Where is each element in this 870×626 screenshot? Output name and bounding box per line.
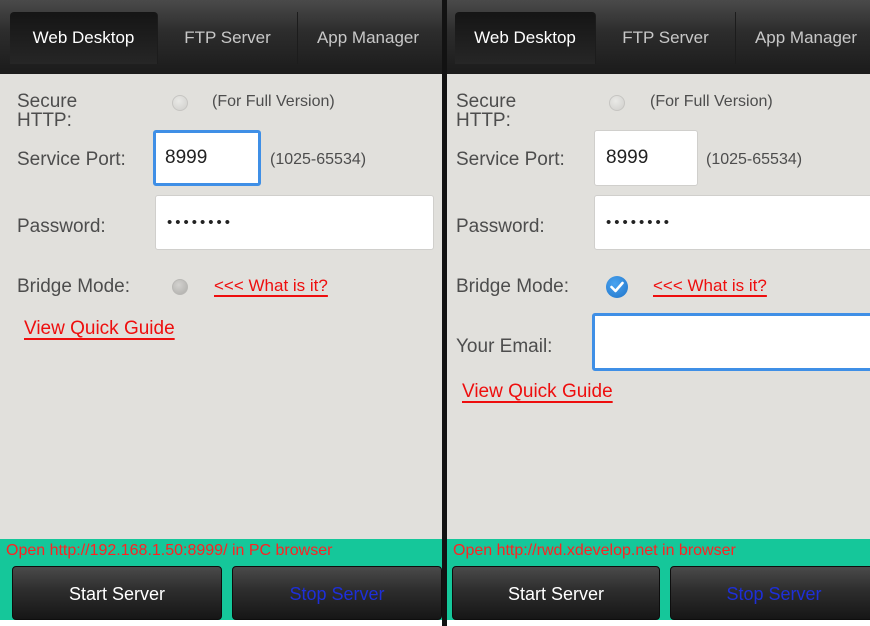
view-quick-guide-link[interactable]: View Quick Guide xyxy=(24,318,175,340)
password-input[interactable] xyxy=(594,195,870,250)
bridge-mode-checkbox[interactable] xyxy=(606,276,628,298)
your-email-label: Your Email: xyxy=(456,336,553,357)
bridge-mode-label: Bridge Mode: xyxy=(17,276,131,297)
full-version-hint: (For Full Version) xyxy=(650,93,773,110)
start-server-button[interactable]: Start Server xyxy=(12,566,222,620)
service-port-label: Service Port: xyxy=(17,149,126,170)
status-text: Open http://rwd.xdevelop.net in browser xyxy=(447,539,870,564)
bridge-mode-radio[interactable] xyxy=(172,279,188,295)
secure-http-label: Secure HTTP: xyxy=(456,92,517,126)
bridge-mode-label: Bridge Mode: xyxy=(456,276,570,297)
secure-http-radio[interactable] xyxy=(609,95,625,111)
status-text: Open http://192.168.1.50:8999/ in PC bro… xyxy=(0,539,442,564)
port-range-hint: (1025-65534) xyxy=(270,151,367,168)
tab-web-desktop[interactable]: Web Desktop xyxy=(455,12,596,64)
tab-ftp-server[interactable]: FTP Server xyxy=(158,12,298,64)
left-screen: Web Desktop FTP Server App Manager Secur… xyxy=(0,0,442,620)
tab-bar: Web Desktop FTP Server App Manager xyxy=(447,0,870,74)
checkmark-icon xyxy=(610,281,624,293)
service-port-label: Service Port: xyxy=(456,149,565,170)
stop-server-button[interactable]: Stop Server xyxy=(232,566,442,620)
tab-app-manager[interactable]: App Manager xyxy=(736,12,870,64)
what-is-it-link[interactable]: <<< What is it? xyxy=(653,276,767,296)
email-input[interactable] xyxy=(592,313,870,371)
secure-http-label: Secure HTTP: xyxy=(17,92,78,126)
what-is-it-link[interactable]: <<< What is it? xyxy=(214,276,328,296)
button-bar: Start Server Stop Server xyxy=(0,564,442,620)
password-label: Password: xyxy=(17,216,106,237)
password-input[interactable] xyxy=(155,195,434,250)
stop-server-button[interactable]: Stop Server xyxy=(670,566,870,620)
password-label: Password: xyxy=(456,216,545,237)
tab-app-manager[interactable]: App Manager xyxy=(298,12,438,64)
button-bar: Start Server Stop Server xyxy=(447,564,870,620)
tab-bar: Web Desktop FTP Server App Manager xyxy=(0,0,442,74)
tab-ftp-server[interactable]: FTP Server xyxy=(596,12,736,64)
service-port-input[interactable] xyxy=(153,130,261,186)
tab-web-desktop[interactable]: Web Desktop xyxy=(10,12,158,64)
view-quick-guide-link[interactable]: View Quick Guide xyxy=(462,381,613,403)
full-version-hint: (For Full Version) xyxy=(212,93,335,110)
port-range-hint: (1025-65534) xyxy=(706,151,803,168)
secure-http-radio[interactable] xyxy=(172,95,188,111)
start-server-button[interactable]: Start Server xyxy=(452,566,660,620)
service-port-input[interactable] xyxy=(594,130,698,186)
right-screen: Web Desktop FTP Server App Manager Secur… xyxy=(447,0,870,620)
